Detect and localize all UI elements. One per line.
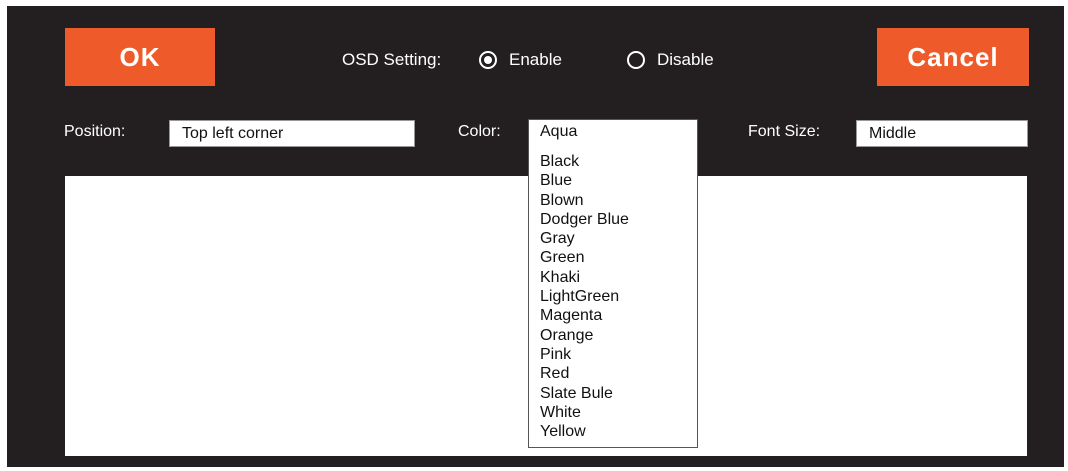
ok-button[interactable]: OK [65,28,215,86]
color-option[interactable]: Blue [540,171,629,190]
color-selected-value[interactable]: Aqua [540,123,577,141]
color-option[interactable]: Orange [540,326,629,345]
radio-checked-icon [479,51,497,69]
osd-disable-radio[interactable]: Disable [627,50,714,70]
color-option[interactable]: Slate Bule [540,384,629,403]
color-option[interactable]: Yellow [540,422,629,441]
color-option[interactable]: Red [540,364,629,383]
font-size-select[interactable]: Middle [856,120,1028,147]
position-select[interactable]: Top left corner [169,120,415,147]
osd-enable-label: Enable [509,50,562,69]
color-dropdown[interactable]: Aqua Black Blue Blown Dodger Blue Gray G… [528,119,698,448]
osd-enable-radio[interactable]: Enable [479,50,562,70]
color-option[interactable]: Pink [540,345,629,364]
color-options-list: Black Blue Blown Dodger Blue Gray Green … [540,152,629,441]
color-option[interactable]: LightGreen [540,287,629,306]
color-option[interactable]: Black [540,152,629,171]
color-option[interactable]: Magenta [540,306,629,325]
font-size-label: Font Size: [748,123,821,140]
osd-settings-panel: OK OSD Setting: Enable Disable Cancel Po… [7,6,1064,467]
color-option[interactable]: White [540,403,629,422]
radio-unchecked-icon [627,51,645,69]
color-label: Color: [458,123,501,140]
osd-disable-label: Disable [657,50,714,69]
cancel-button[interactable]: Cancel [877,28,1029,86]
color-option[interactable]: Khaki [540,268,629,287]
color-option[interactable]: Dodger Blue [540,210,629,229]
color-option[interactable]: Green [540,248,629,267]
osd-setting-label: OSD Setting: [342,50,442,69]
color-option[interactable]: Blown [540,191,629,210]
position-label: Position: [64,123,126,140]
color-option[interactable]: Gray [540,229,629,248]
